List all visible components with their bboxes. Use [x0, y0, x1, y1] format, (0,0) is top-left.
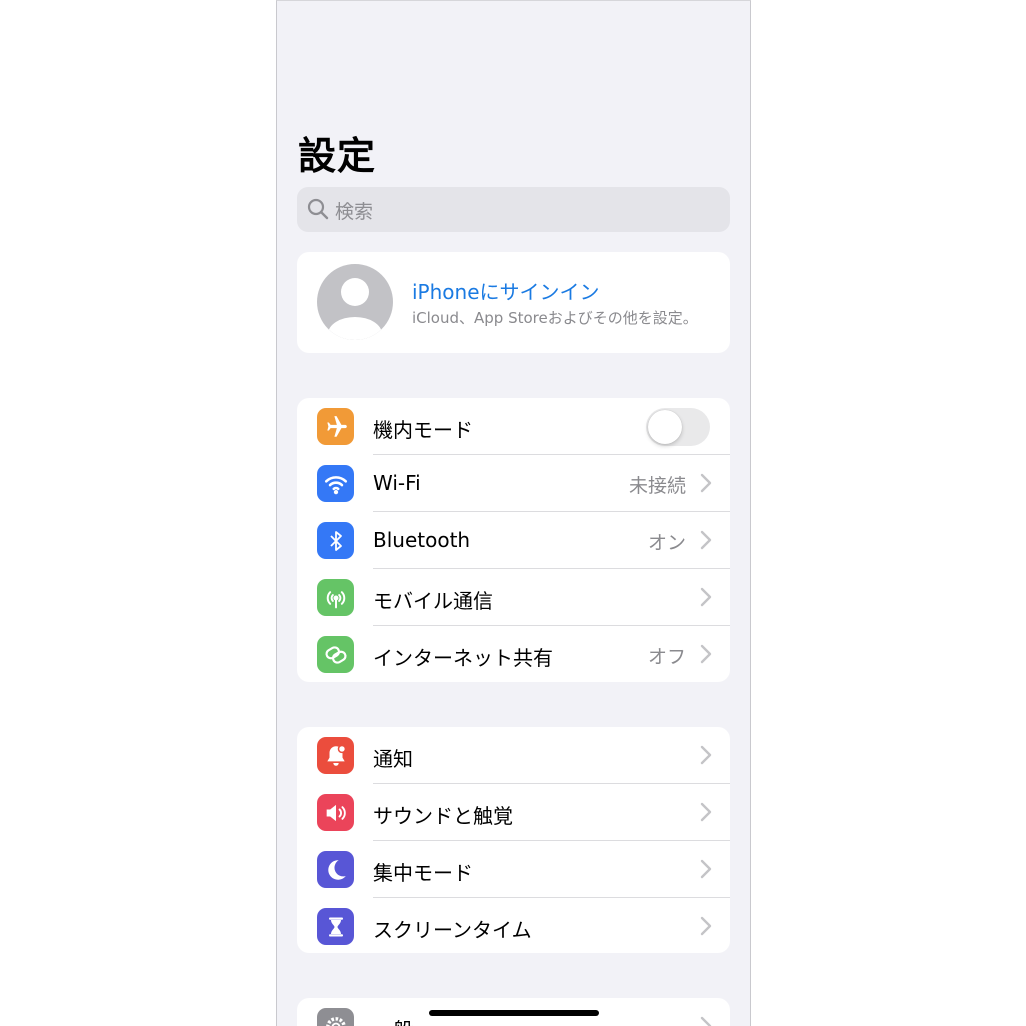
- settings-row-value: 未接続: [628, 475, 686, 497]
- chevron-right-icon: [700, 859, 712, 879]
- settings-row-screen-time[interactable]: スクリーンタイム: [297, 898, 730, 953]
- avatar: [317, 264, 393, 340]
- chevron-right-icon: [700, 916, 712, 936]
- settings-row-label: モバイル通信: [373, 589, 493, 613]
- home-indicator[interactable]: [429, 1010, 599, 1016]
- settings-row-label: 一般: [373, 1014, 413, 1026]
- bell-icon: [317, 737, 354, 774]
- chevron-right-icon: [700, 473, 712, 493]
- notifications-group: 通知 サウンドと触覚 集中モード スクリーンタイム: [297, 727, 730, 953]
- search-field[interactable]: 検索: [297, 187, 730, 232]
- search-placeholder: 検索: [335, 201, 374, 223]
- sign-in-card[interactable]: iPhoneにサインイン iCloud、App Storeおよびその他を設定。: [297, 252, 730, 353]
- toggle-knob: [648, 410, 682, 444]
- magnifier-icon: [307, 198, 329, 220]
- person-icon: [328, 278, 382, 340]
- settings-row-bluetooth[interactable]: Bluetooth オン: [297, 512, 730, 569]
- chevron-right-icon: [700, 745, 712, 765]
- settings-row-airplane-mode[interactable]: 機内モード: [297, 398, 730, 455]
- chevron-right-icon: [700, 530, 712, 550]
- settings-row-hotspot[interactable]: インターネット共有 オフ: [297, 626, 730, 682]
- sign-in-title: iPhoneにサインイン: [412, 280, 600, 304]
- chevron-right-icon: [700, 587, 712, 607]
- speaker-icon: [317, 794, 354, 831]
- settings-row-value: オフ: [647, 646, 686, 668]
- bluetooth-icon: [317, 522, 354, 559]
- settings-row-label: Bluetooth: [373, 528, 471, 552]
- settings-row-label: 機内モード: [373, 418, 473, 442]
- settings-row-label: Wi-Fi: [373, 471, 421, 495]
- settings-row-sounds[interactable]: サウンドと触覚: [297, 784, 730, 841]
- settings-screen: 設定 検索 iPhoneにサインイン iCloud、App Storeおよびその…: [276, 0, 751, 1026]
- link-icon: [317, 636, 354, 673]
- sign-in-subtitle: iCloud、App Storeおよびその他を設定。: [412, 309, 698, 327]
- antenna-icon: [317, 579, 354, 616]
- settings-row-notifications[interactable]: 通知: [297, 727, 730, 784]
- settings-row-cellular[interactable]: モバイル通信: [297, 569, 730, 626]
- settings-row-label: スクリーンタイム: [373, 918, 532, 942]
- page-title: 設定: [298, 134, 377, 178]
- hourglass-icon: [317, 908, 354, 945]
- settings-row-label: 通知: [373, 747, 413, 771]
- chevron-right-icon: [700, 644, 712, 664]
- settings-row-focus[interactable]: 集中モード: [297, 841, 730, 898]
- settings-row-label: インターネット共有: [373, 646, 553, 670]
- chevron-right-icon: [700, 1016, 712, 1026]
- airplane-mode-toggle[interactable]: [646, 408, 710, 446]
- settings-row-label: 集中モード: [373, 861, 473, 885]
- settings-row-value: オン: [647, 532, 686, 554]
- connectivity-group: 機内モード Wi-Fi 未接続 Bluetooth オン モバイル通信 インター…: [297, 398, 730, 682]
- airplane-icon: [317, 408, 354, 445]
- moon-icon: [317, 851, 354, 888]
- settings-row-wifi[interactable]: Wi-Fi 未接続: [297, 455, 730, 512]
- wifi-icon: [317, 465, 354, 502]
- settings-row-label: サウンドと触覚: [373, 804, 513, 828]
- gear-icon: [317, 1008, 354, 1026]
- chevron-right-icon: [700, 802, 712, 822]
